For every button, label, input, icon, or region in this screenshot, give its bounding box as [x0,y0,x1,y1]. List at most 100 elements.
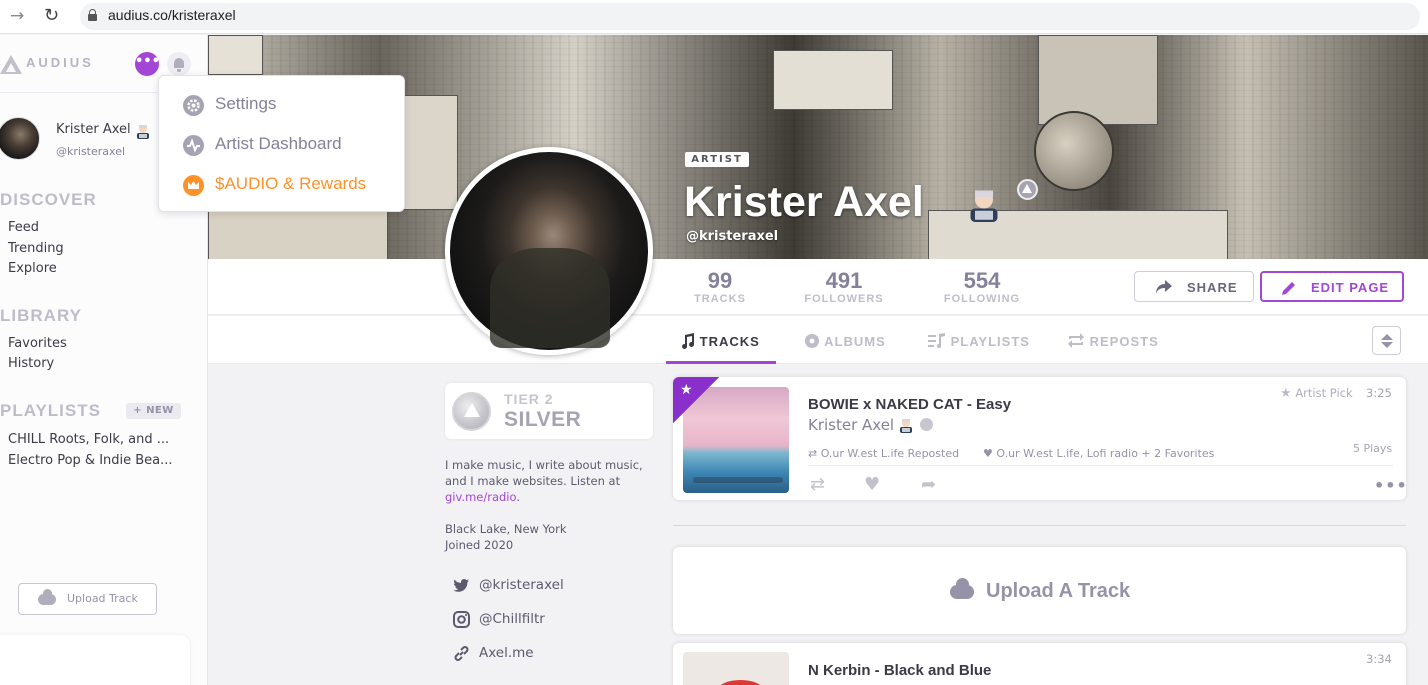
url-text[interactable]: audius.co/kristeraxel [108,7,236,23]
repost-icon [1068,333,1084,348]
share-button[interactable]: SHARE [1134,271,1254,302]
sidebar-user-name[interactable]: Krister Axel [56,122,131,137]
tracks-count[interactable]: 99 [660,268,780,294]
album-icon [805,334,819,348]
tracks-label[interactable]: TRACKS [660,293,780,305]
forward-icon[interactable]: → [10,6,24,26]
url-field[interactable] [80,3,1420,30]
reload-icon[interactable]: ↻ [44,5,59,26]
more-options-icon[interactable]: ••• [1374,476,1408,495]
tab-playlists[interactable]: PLAYLISTS [928,333,1030,349]
bio-link[interactable]: giv.me/radio [445,490,516,504]
technologist-emoji-icon [137,125,149,139]
more-menu-button[interactable]: ••• [135,52,160,76]
tab-reposts-label: REPOSTS [1089,334,1159,349]
tier-name: SILVER [504,408,582,431]
playlists-heading: PLAYLISTS [0,401,101,420]
tab-playlists-label: PLAYLISTS [950,334,1030,349]
twitter-icon [453,579,469,592]
technologist-emoji-icon [970,190,998,222]
crown-icon [183,175,204,196]
sidebar-user-avatar[interactable] [0,117,40,160]
pencil-icon [1282,282,1295,295]
cover-photo-decoration [208,210,388,259]
silver-tier-icon [452,392,491,431]
star-icon: ★ [680,382,693,398]
sidebar-item-history[interactable]: History [8,356,54,371]
sidebar-item-favorites[interactable]: Favorites [8,336,67,351]
star-icon: ★ [1280,386,1292,401]
artist-badge: ARTIST [685,152,749,167]
upload-track-button[interactable]: Upload Track [18,583,157,615]
tab-albums-label: ALBUMS [824,334,886,349]
verified-badge-icon [920,418,933,431]
cloud-upload-icon-top [956,578,969,591]
cover-photo-decoration [208,35,263,75]
playlist-icon [928,333,945,348]
verified-badge-icon [1017,179,1038,200]
menu-item-audio-rewards-label: $AUDIO & Rewards [215,174,367,193]
track-duration: 3:25 [1366,386,1392,400]
instagram-icon [453,611,470,628]
sidebar-playlist-item[interactable]: Electro Pop & Indie Bea... [8,453,173,468]
notification-bell-icon[interactable] [167,52,191,76]
tab-albums[interactable]: ALBUMS [804,333,886,349]
reposted-by[interactable]: ⇄ O.ur W.est L.ife Reposted [808,447,959,460]
track-duration: 3:34 [1366,652,1392,666]
edit-page-button[interactable]: EDIT PAGE [1260,271,1404,302]
track-artwork[interactable] [683,652,789,685]
track-title[interactable]: BOWIE x NAKED CAT - Easy [808,396,1011,413]
profile-joined: Joined 2020 [445,538,514,552]
profile-location-block: Black Lake, New York Joined 2020 [445,521,567,553]
sidebar-item-feed[interactable]: Feed [8,220,39,235]
cover-photo-decoration [1038,35,1158,125]
sidebar-playlist-item[interactable]: CHILL Roots, Folk, and ... [8,432,169,447]
heart-small-icon: ♥ [983,447,993,460]
profile-picture[interactable] [445,147,653,355]
new-playlist-button[interactable]: + NEW [126,403,181,419]
track-title[interactable]: N Kerbin - Black and Blue [808,662,991,679]
track-divider [808,465,1393,466]
menu-item-artist-dashboard-label: Artist Dashboard [215,134,342,153]
heart-icon[interactable]: ♥ [864,474,880,495]
tab-tracks-label: TRACKS [699,334,760,349]
sidebar-item-trending[interactable]: Trending [8,241,64,256]
library-heading: LIBRARY [0,306,82,325]
twitter-handle: @kristeraxel [479,577,564,593]
tier-level: TIER 2 [504,391,554,407]
tab-reposts[interactable]: REPOSTS [1067,333,1159,349]
technologist-emoji-icon [900,419,912,433]
following-count[interactable]: 554 [922,268,1042,294]
favorited-by[interactable]: ♥ O.ur W.est L.ife, Lofi radio + 2 Favor… [983,447,1214,460]
cover-photo-decoration [1034,111,1114,191]
cover-photo-decoration [773,50,893,110]
artist-pick-text: Artist Pick [1295,386,1353,400]
profile-bio: I make music, I write about music, and I… [445,457,660,505]
followers-label[interactable]: FOLLOWERS [784,293,904,305]
lock-icon [88,9,97,21]
followers-count[interactable]: 491 [784,268,904,294]
bio-end: . [516,490,520,504]
repost-icon[interactable]: ⇄ [810,474,825,495]
sort-toggle-button[interactable] [1372,326,1401,355]
edit-page-label: EDIT PAGE [1311,280,1390,295]
pinned-separator [673,525,1406,526]
note-icon [682,333,695,349]
audius-logo-text: AUDIUS [26,55,94,70]
browser-url-bar: → ↻ audius.co/kristeraxel [0,0,1428,34]
play-count: 5 Plays [1353,442,1393,455]
share-icon[interactable]: ➦ [921,474,936,495]
sidebar-item-explore[interactable]: Explore [8,261,57,276]
following-label[interactable]: FOLLOWING [922,293,1042,305]
sidebar-user-handle[interactable]: @kristeraxel [56,145,125,158]
share-label: SHARE [1187,280,1238,295]
upload-track-card-label: Upload A Track [986,580,1131,602]
profile-name: Krister Axel [684,178,924,226]
favorited-by-text: O.ur W.est L.ife, Lofi radio + 2 Favorit… [996,447,1215,460]
repost-small-icon: ⇄ [808,447,818,460]
profile-location: Black Lake, New York [445,522,567,536]
track-artist[interactable]: Krister Axel [808,416,894,434]
tab-tracks[interactable]: TRACKS [680,333,760,349]
reposted-by-text: O.ur W.est L.ife Reposted [820,447,960,460]
profile-handle: @kristeraxel [686,229,779,244]
